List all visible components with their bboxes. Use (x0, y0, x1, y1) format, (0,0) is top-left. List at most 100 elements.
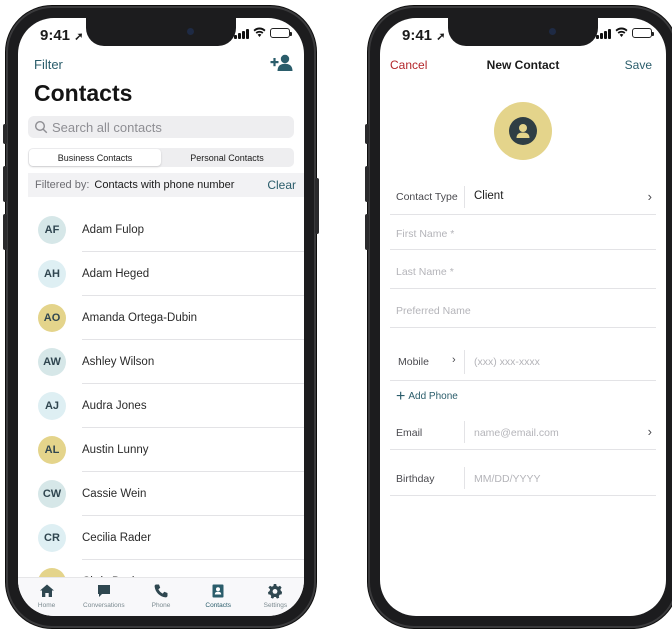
tab-conversations[interactable]: Conversations (75, 578, 132, 616)
location-arrow-icon: ➚ (74, 31, 84, 43)
gear-icon (268, 584, 283, 599)
chat-icon (97, 585, 110, 597)
phone-field[interactable]: Mobile › (xxx) xxx-xxxx (390, 344, 656, 381)
battery-icon (632, 28, 654, 38)
contact-avatar: AL (38, 436, 66, 464)
save-button[interactable]: Save (625, 58, 652, 72)
contact-row[interactable]: AF Adam Fulop (18, 208, 304, 252)
contact-avatar: CW (38, 480, 66, 508)
home-icon (39, 584, 54, 597)
add-person-icon[interactable] (270, 53, 294, 73)
segment-business-contacts[interactable]: Business Contacts (29, 149, 161, 166)
contact-name: Austin Lunny (82, 444, 149, 456)
chevron-right-icon: › (647, 189, 652, 204)
tab-label: Contacts (205, 602, 232, 609)
contacts-screen: 9:41 ➚ Filter Contacts Search all contac… (18, 18, 304, 616)
phone-icon (154, 584, 168, 598)
person-icon (509, 117, 537, 145)
email-field[interactable]: Email name@email.com › (390, 415, 656, 450)
filter-button[interactable]: Filter (34, 57, 63, 72)
volume-up-button (365, 166, 369, 202)
new-contact-screen: 9:41 ➚ Cancel New Contact Save Contact T… (380, 18, 666, 616)
tab-home[interactable]: Home (18, 578, 75, 616)
tab-settings[interactable]: Settings (247, 578, 304, 616)
status-time: 9:41 ➚ (40, 27, 84, 44)
tab-bar: Home Conversations Phone Contacts Settin… (18, 577, 304, 616)
contact-name: Cassie Wein (82, 488, 147, 500)
contact-row[interactable]: AO Amanda Ortega-Dubin (18, 296, 304, 340)
wifi-icon (615, 27, 628, 39)
page-title: Contacts (34, 80, 133, 106)
mute-switch (365, 124, 369, 144)
contact-row[interactable]: AL Austin Lunny (18, 428, 304, 472)
status-time: 9:41 ➚ (402, 27, 446, 44)
contact-row[interactable]: AH Adam Heged (18, 252, 304, 296)
signal-icon (234, 28, 249, 39)
birthday-label: Birthday (396, 473, 435, 485)
contact-photo-button[interactable] (494, 102, 552, 160)
phone-placeholder: (xxx) xxx-xxxx (474, 356, 540, 368)
contact-row[interactable]: AJ Audra Jones (18, 384, 304, 428)
contact-type-label: Contact Type (396, 191, 458, 203)
tab-label: Conversations (83, 602, 125, 609)
search-placeholder: Search all contacts (52, 119, 162, 135)
contact-list: AF Adam Fulop AH Adam Heged AO Amanda Ortega-… (18, 208, 304, 578)
tab-label: Settings (263, 602, 288, 609)
contact-type-value: Client (474, 190, 504, 202)
status-bar: 9:41 ➚ (18, 18, 304, 52)
battery-icon (270, 28, 292, 38)
tab-label: Phone (151, 602, 171, 609)
location-arrow-icon: ➚ (436, 31, 446, 43)
segment-personal-contacts[interactable]: Personal Contacts (161, 149, 293, 166)
contacts-icon (212, 584, 224, 598)
contact-row[interactable]: AW Ashley Wilson (18, 340, 304, 384)
nav-bar: Cancel New Contact Save (390, 58, 656, 78)
contact-name: Adam Heged (82, 268, 150, 280)
filter-label: Filtered by: (35, 179, 90, 191)
tab-phone[interactable]: Phone (132, 578, 189, 616)
contact-name: Cecilia Rader (82, 532, 152, 544)
tab-contacts[interactable]: Contacts (190, 578, 247, 616)
contact-avatar: AO (38, 304, 66, 332)
filter-value: Contacts with phone number (94, 179, 235, 191)
email-placeholder: name@email.com (474, 427, 559, 439)
birthday-field[interactable]: Birthday MM/DD/YYYY (390, 461, 656, 496)
signal-icon (596, 28, 611, 39)
contact-type-field[interactable]: Contact Type Client › (390, 180, 656, 215)
contact-name: Adam Fulop (82, 224, 145, 236)
contact-name: Amanda Ortega-Dubin (82, 312, 198, 324)
plus-icon: + (396, 387, 406, 405)
clear-filter-button[interactable]: Clear (267, 178, 296, 192)
tab-label: Home (37, 602, 56, 609)
status-bar: 9:41 ➚ (380, 18, 666, 52)
add-phone-button[interactable]: + Add Phone (396, 387, 458, 405)
chevron-right-icon: › (647, 424, 652, 439)
contact-row[interactable]: CW Cassie Wein (18, 472, 304, 516)
contact-name: Ashley Wilson (82, 356, 155, 368)
last-name-field[interactable]: Last Name * (390, 250, 656, 289)
birthday-placeholder: MM/DD/YYYY (474, 473, 541, 485)
first-name-field[interactable]: First Name * (390, 215, 656, 250)
search-icon (34, 120, 48, 134)
contact-row[interactable]: CR Cecilia Rader (18, 516, 304, 560)
contact-avatar: AH (38, 260, 66, 288)
contact-type-segmented-control: Business Contacts Personal Contacts (28, 148, 294, 167)
phone-type-selector[interactable]: Mobile (398, 356, 429, 368)
contact-avatar: CR (38, 524, 66, 552)
power-button (315, 178, 319, 234)
contact-avatar: AF (38, 216, 66, 244)
first-name-placeholder: First Name * (396, 228, 455, 240)
contact-row[interactable]: CBChris Beck (18, 560, 304, 578)
preferred-name-field[interactable]: Preferred Name (390, 289, 656, 328)
email-label: Email (396, 427, 423, 439)
last-name-placeholder: Last Name * (396, 266, 454, 278)
phone-frame-contacts: 9:41 ➚ Filter Contacts Search all contac… (3, 6, 319, 628)
active-filter-bar: Filtered by: Contacts with phone number … (28, 173, 304, 197)
contact-avatar: AJ (38, 392, 66, 420)
search-input[interactable]: Search all contacts (28, 116, 294, 138)
add-phone-label: Add Phone (408, 391, 458, 402)
wifi-icon (253, 27, 266, 39)
contact-name: Audra Jones (82, 400, 147, 412)
chevron-right-icon: › (452, 354, 456, 366)
phone-frame-new-contact: 9:41 ➚ Cancel New Contact Save Contact T… (365, 6, 672, 628)
